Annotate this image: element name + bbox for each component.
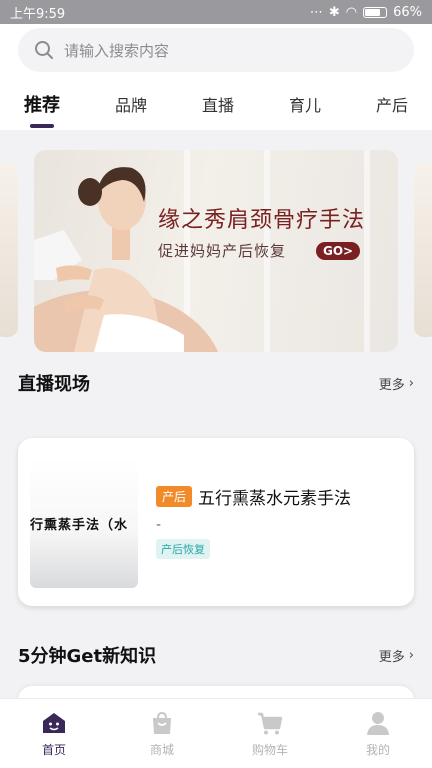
banner-subline: 促进妈妈产后恢复 [158, 242, 287, 260]
bottom-navigation: 首页 商城 购物车 我的 [0, 698, 432, 768]
more-dots-icon: ⋯ [309, 4, 323, 20]
shopping-bag-icon [153, 711, 171, 734]
nav-home[interactable]: 首页 [0, 699, 108, 768]
card-subtitle: - [156, 517, 162, 533]
thumbnail-caption: 行熏蒸手法（水 [30, 518, 129, 533]
home-icon [43, 713, 65, 733]
live-section-header: 直播现场 更多 › [0, 358, 432, 408]
status-time: 上午9:59 [10, 6, 66, 22]
banner-go-button[interactable]: GO> [316, 242, 361, 260]
battery-icon [363, 6, 388, 18]
cart-icon [258, 712, 283, 735]
tab-brand[interactable]: 品牌 [115, 78, 147, 130]
curtain-decoration [364, 150, 370, 352]
video-thumbnail[interactable]: 行熏蒸手法（水 [30, 458, 138, 588]
nav-mall[interactable]: 商城 [108, 699, 216, 768]
chevron-right-icon: › [408, 647, 414, 663]
app-screen: 上午9:59 ⋯ ✱ ◠ 66% 请输入搜索内容 推荐 品牌 直播 育儿 产后 [0, 0, 432, 768]
status-bar: 上午9:59 ⋯ ✱ ◠ 66% [0, 0, 432, 24]
nav-home-label: 首页 [41, 743, 66, 757]
card-body: 产后 五行熏蒸水元素手法 - 产后恢复 [156, 484, 400, 559]
banner-slide[interactable]: 缘之秀肩颈骨疗手法 促进妈妈产后恢复 GO> [34, 150, 398, 352]
card-title-row: 产后 五行熏蒸水元素手法 [156, 484, 400, 509]
live-more-link[interactable]: 更多 › [379, 374, 414, 393]
chevron-right-icon: › [408, 375, 414, 391]
knowledge-more-label: 更多 [378, 649, 405, 665]
nav-cart-label: 购物车 [251, 743, 288, 757]
bluetooth-icon: ✱ [328, 4, 340, 20]
banner-carousel[interactable]: 缘之秀肩颈骨疗手法 促进妈妈产后恢复 GO> [0, 130, 432, 360]
user-icon [367, 712, 389, 735]
search-input[interactable]: 请输入搜索内容 [18, 28, 414, 72]
wifi-icon: ◠ [345, 4, 358, 20]
banner-headline: 缘之秀肩颈骨疗手法 [158, 208, 366, 233]
live-section-title: 直播现场 [18, 374, 90, 395]
nav-mall-label: 商城 [149, 743, 174, 757]
tab-live[interactable]: 直播 [202, 78, 234, 130]
postpartum-tag: 产后 [156, 486, 193, 507]
search-icon [35, 41, 53, 59]
nav-profile-label: 我的 [365, 743, 390, 757]
nav-cart[interactable]: 购物车 [216, 699, 324, 768]
search-placeholder: 请输入搜索内容 [64, 41, 170, 60]
banner-next-peek[interactable] [414, 163, 432, 337]
banner-prev-peek[interactable] [0, 163, 18, 337]
knowledge-section-title: 5分钟Get新知识 [18, 646, 157, 667]
tab-recommend[interactable]: 推荐 [24, 78, 60, 130]
search-bar-container: 请输入搜索内容 [0, 24, 432, 78]
live-video-card[interactable]: 行熏蒸手法（水 产后 五行熏蒸水元素手法 - 产后恢复 [18, 438, 414, 606]
knowledge-more-link[interactable]: 更多 › [379, 646, 414, 665]
battery-percent: 66% [393, 4, 422, 20]
category-tag: 产后恢复 [156, 539, 210, 559]
tab-parenting[interactable]: 育儿 [289, 78, 321, 130]
status-icons: ⋯ ✱ ◠ 66% [310, 5, 422, 20]
category-tabs: 推荐 品牌 直播 育儿 产后 [0, 78, 432, 130]
tab-postpartum[interactable]: 产后 [376, 78, 408, 130]
knowledge-section-header: 5分钟Get新知识 更多 › [0, 630, 432, 680]
card-title: 五行熏蒸水元素手法 [198, 489, 352, 509]
nav-profile[interactable]: 我的 [324, 699, 432, 768]
live-more-label: 更多 [378, 377, 405, 393]
